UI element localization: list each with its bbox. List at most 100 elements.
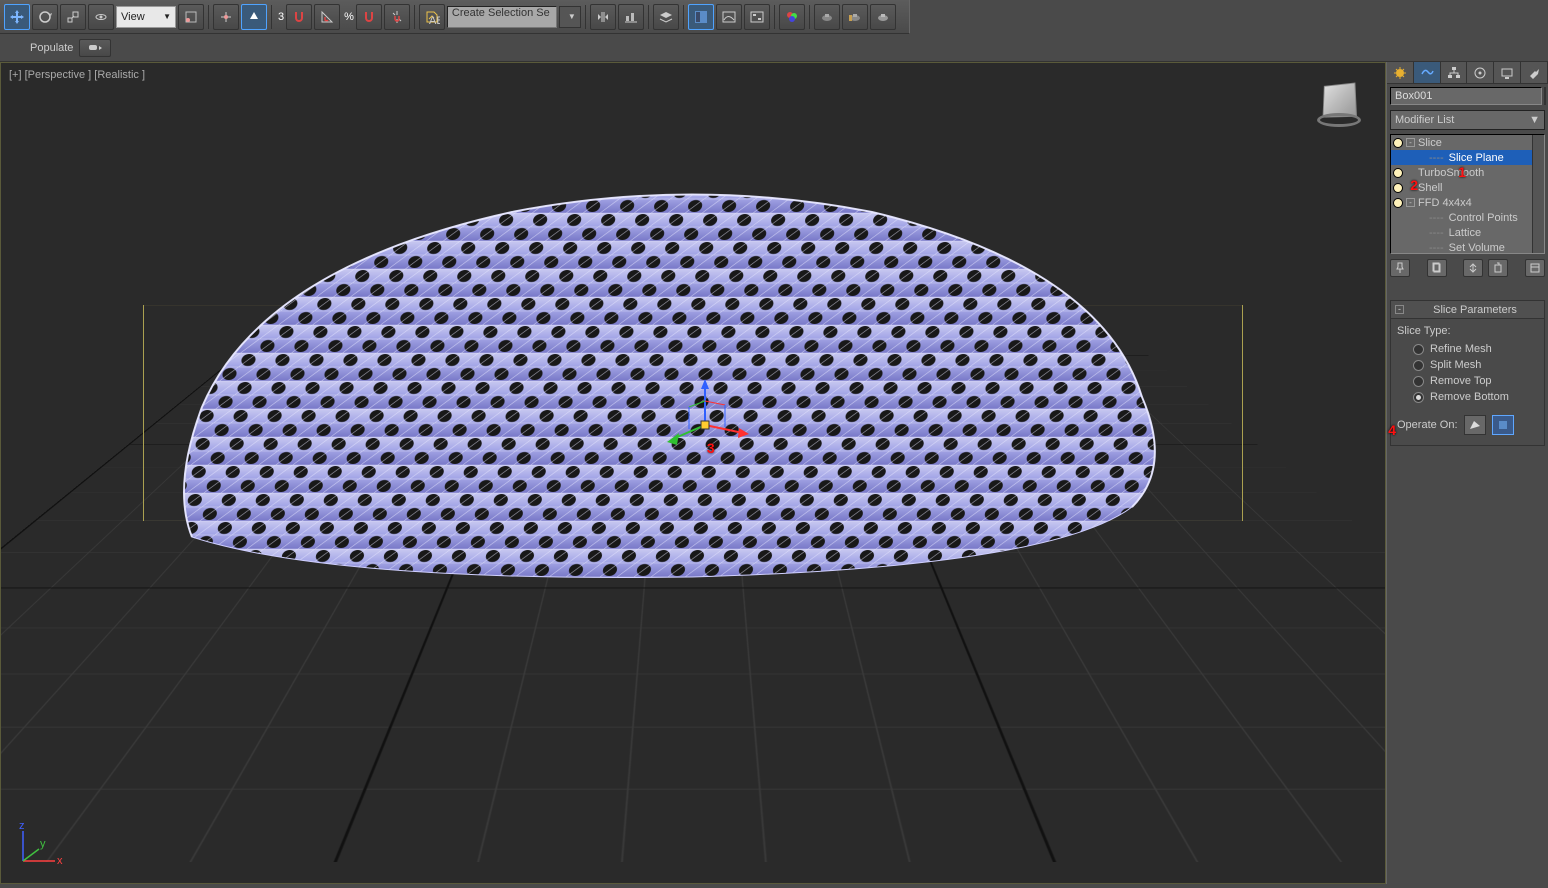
- mirror-button[interactable]: [590, 4, 616, 30]
- configure-sets-button[interactable]: [1525, 259, 1545, 277]
- operate-on-row: Operate On:: [1397, 415, 1538, 435]
- tab-motion[interactable]: [1467, 62, 1494, 83]
- edit-named-sel-button[interactable]: ABC: [419, 4, 445, 30]
- radio-refine-mesh[interactable]: Refine Mesh: [1413, 343, 1538, 355]
- show-end-result-button[interactable]: [1427, 259, 1447, 277]
- scale-tool-button[interactable]: [60, 4, 86, 30]
- visibility-bulb-icon[interactable]: [1393, 168, 1403, 178]
- spinner-snap-button[interactable]: [384, 4, 410, 30]
- render-frame-button[interactable]: [842, 4, 868, 30]
- modifier-list-label: Modifier List: [1395, 114, 1454, 126]
- radio-label: Remove Top: [1430, 375, 1492, 387]
- make-unique-button[interactable]: [1463, 259, 1483, 277]
- toolbar-separator: [414, 5, 415, 29]
- remove-modifier-button[interactable]: [1488, 259, 1508, 277]
- operate-on-label: Operate On:: [1397, 419, 1458, 431]
- collapse-icon[interactable]: -: [1395, 305, 1404, 314]
- tree-dash-icon: ----: [1429, 227, 1444, 239]
- tab-create[interactable]: [1387, 62, 1414, 83]
- scene: [93, 173, 1293, 773]
- populate-label: Populate: [30, 42, 73, 54]
- viewcube-ring-icon[interactable]: [1317, 113, 1361, 127]
- svg-text:x: x: [57, 855, 63, 867]
- stack-item-label: Slice: [1418, 137, 1442, 149]
- object-name-input[interactable]: [1390, 87, 1542, 105]
- angle-snap-button[interactable]: [314, 4, 340, 30]
- stack-item-slice[interactable]: - Slice: [1391, 135, 1544, 150]
- object-name-field: [1390, 87, 1545, 105]
- render-setup-button[interactable]: [814, 4, 840, 30]
- layers-button[interactable]: [653, 4, 679, 30]
- tree-dash-icon: ----: [1429, 152, 1444, 164]
- manipulate-button[interactable]: [213, 4, 239, 30]
- modifier-list-dropdown[interactable]: Modifier List ▼: [1390, 110, 1545, 130]
- annotation-3: 3: [707, 440, 715, 456]
- modifier-stack[interactable]: - Slice ---- Slice Plane TurboSmooth She…: [1390, 134, 1545, 254]
- annotation-2: 2: [1410, 177, 1418, 193]
- stack-item-lattice[interactable]: ---- Lattice: [1391, 225, 1544, 240]
- stack-scrollbar[interactable]: [1532, 135, 1544, 253]
- visibility-bulb-icon[interactable]: [1393, 138, 1403, 148]
- stack-item-slice-plane[interactable]: ---- Slice Plane: [1391, 150, 1544, 165]
- radio-icon[interactable]: [1413, 392, 1424, 403]
- percent-snap-button[interactable]: [356, 4, 382, 30]
- viewcube[interactable]: [1309, 77, 1369, 137]
- sub-toolbar: Populate: [0, 34, 1548, 62]
- render-button[interactable]: [870, 4, 896, 30]
- viewport[interactable]: [+] [Perspective ] [Realistic ]: [0, 62, 1386, 884]
- named-selection-value: Create Selection Se: [452, 7, 550, 19]
- object-color-swatch[interactable]: [1544, 87, 1546, 105]
- keyboard-shortcut-button[interactable]: [241, 4, 267, 30]
- stack-item-label: TurboSmooth: [1418, 167, 1484, 179]
- viewport-label[interactable]: [+] [Perspective ] [Realistic ]: [9, 69, 145, 81]
- visibility-bulb-icon[interactable]: [1393, 198, 1403, 208]
- schematic-view-button[interactable]: [744, 4, 770, 30]
- slice-parameters-rollout: - Slice Parameters Slice Type: Refine Me…: [1390, 300, 1545, 446]
- stack-item-set-volume[interactable]: ---- Set Volume: [1391, 240, 1544, 254]
- expand-toggle-icon[interactable]: -: [1406, 198, 1415, 207]
- stack-item-ffd[interactable]: - FFD 4x4x4: [1391, 195, 1544, 210]
- radio-label: Remove Bottom: [1430, 391, 1509, 403]
- dropdown-arrow-icon: ▼: [163, 12, 171, 21]
- visibility-bulb-icon[interactable]: [1393, 183, 1403, 193]
- stack-item-label: Control Points: [1449, 212, 1518, 224]
- svg-text:y: y: [40, 838, 46, 850]
- transform-gizmo[interactable]: [655, 375, 755, 475]
- operate-on-mesh-button[interactable]: [1492, 415, 1514, 435]
- tab-hierarchy[interactable]: [1441, 62, 1468, 83]
- pin-stack-button[interactable]: [1390, 259, 1410, 277]
- rotate-tool-button[interactable]: [32, 4, 58, 30]
- spinner-tool-button[interactable]: [88, 4, 114, 30]
- radio-icon[interactable]: [1413, 360, 1424, 371]
- radio-icon[interactable]: [1413, 344, 1424, 355]
- align-button[interactable]: [618, 4, 644, 30]
- stack-item-control-points[interactable]: ---- Control Points: [1391, 210, 1544, 225]
- tab-display[interactable]: [1494, 62, 1521, 83]
- expand-toggle-icon[interactable]: -: [1406, 138, 1415, 147]
- scene-explorer-button[interactable]: [688, 4, 714, 30]
- dropdown-arrow-icon: ▼: [1529, 114, 1540, 126]
- radio-label: Split Mesh: [1430, 359, 1481, 371]
- rollout-title: Slice Parameters: [1410, 304, 1540, 316]
- rollout-header[interactable]: - Slice Parameters: [1391, 301, 1544, 319]
- material-editor-button[interactable]: [779, 4, 805, 30]
- named-selection-input[interactable]: Create Selection Se: [447, 6, 557, 28]
- pivot-button[interactable]: [178, 4, 204, 30]
- radio-split-mesh[interactable]: Split Mesh: [1413, 359, 1538, 371]
- radio-remove-top[interactable]: Remove Top: [1413, 375, 1538, 387]
- move-tool-button[interactable]: [4, 4, 30, 30]
- operate-on-poly-button[interactable]: [1464, 415, 1486, 435]
- tab-modify[interactable]: [1414, 62, 1441, 83]
- curve-editor-button[interactable]: [716, 4, 742, 30]
- ref-coord-dropdown[interactable]: View ▼: [116, 6, 176, 28]
- workspace: [+] [Perspective ] [Realistic ]: [0, 62, 1548, 884]
- toolbar-separator: [208, 5, 209, 29]
- radio-remove-bottom[interactable]: Remove Bottom: [1413, 391, 1538, 403]
- radio-icon[interactable]: [1413, 376, 1424, 387]
- toolbar-separator: [585, 5, 586, 29]
- populate-dropdown[interactable]: [79, 39, 111, 57]
- named-selection-dropdown[interactable]: ▼: [559, 6, 581, 28]
- snap-toggle-button[interactable]: [286, 4, 312, 30]
- main-toolbar: View ▼ 3 % ABC Create Selection Se ▼: [0, 0, 910, 34]
- tab-utilities[interactable]: [1521, 62, 1548, 83]
